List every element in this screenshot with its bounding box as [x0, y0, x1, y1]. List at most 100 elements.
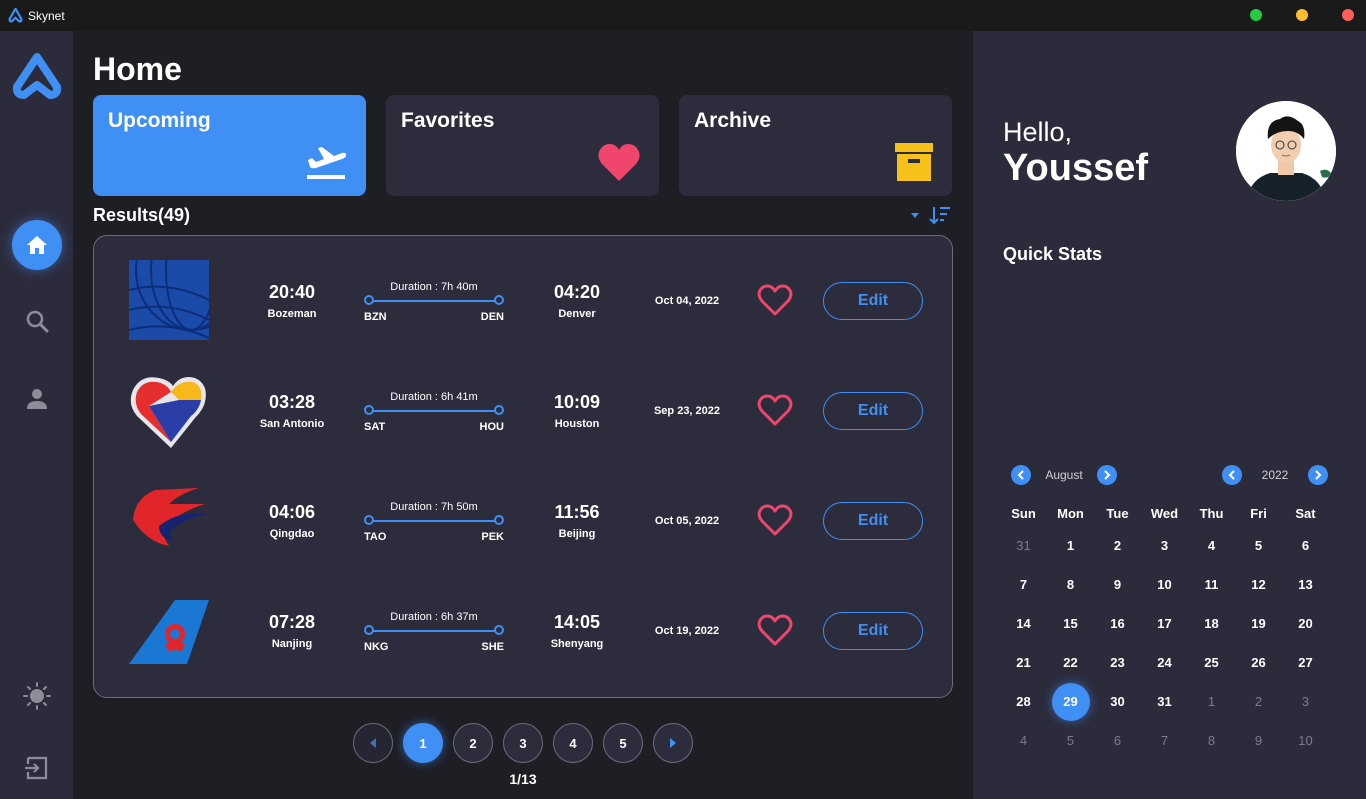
calendar-day[interactable]: 23: [1094, 655, 1141, 670]
edit-button[interactable]: Edit: [823, 392, 923, 430]
calendar-day[interactable]: 28: [1000, 694, 1047, 709]
sort-order-icon[interactable]: [929, 205, 951, 225]
calendar-day[interactable]: 20: [1282, 616, 1329, 631]
chevron-left-icon: [370, 738, 376, 748]
edit-button[interactable]: Edit: [823, 612, 923, 650]
maximize-button[interactable]: [1250, 9, 1262, 21]
calendar-day[interactable]: 19: [1235, 616, 1282, 631]
calendar-day[interactable]: 6: [1094, 733, 1141, 748]
tab-archive[interactable]: Archive: [679, 95, 952, 196]
calendar-day[interactable]: 27: [1282, 655, 1329, 670]
calendar-day[interactable]: 30: [1094, 694, 1141, 709]
calendar-day[interactable]: 3: [1282, 694, 1329, 709]
calendar-day[interactable]: 4: [1188, 538, 1235, 553]
calendar-day[interactable]: 17: [1141, 616, 1188, 631]
sidebar-item-home[interactable]: [12, 220, 62, 270]
pagination: 1 2 3 4 5: [353, 723, 693, 763]
china-eastern-icon: [133, 488, 207, 546]
calendar-day[interactable]: 24: [1141, 655, 1188, 670]
calendar-day[interactable]: 1: [1188, 694, 1235, 709]
heart-outline-icon[interactable]: [757, 394, 793, 426]
flight-row[interactable]: 03:28 San Antonio Duration : 6h 41m SAT …: [94, 346, 952, 456]
calendar-day[interactable]: 26: [1235, 655, 1282, 670]
route-line: [370, 630, 498, 632]
calendar-day[interactable]: 14: [1000, 616, 1047, 631]
edit-button[interactable]: Edit: [823, 502, 923, 540]
calendar-day[interactable]: 13: [1282, 577, 1329, 592]
calendar-day[interactable]: 8: [1188, 733, 1235, 748]
route-destination-dot: [494, 405, 504, 415]
prev-page-button[interactable]: [353, 723, 393, 763]
flight-row[interactable]: 07:28 Nanjing Duration : 6h 37m NKG SHE …: [94, 566, 952, 676]
route-line: [370, 410, 498, 412]
close-button[interactable]: [1342, 9, 1354, 21]
sort-dropdown-icon[interactable]: [911, 213, 919, 218]
calendar-day[interactable]: 31: [1141, 694, 1188, 709]
tab-favorites[interactable]: Favorites: [386, 95, 659, 196]
calendar-day[interactable]: 5: [1047, 733, 1094, 748]
calendar-day[interactable]: 15: [1047, 616, 1094, 631]
route-origin-dot: [364, 515, 374, 525]
calendar-day[interactable]: 31: [1000, 538, 1047, 553]
prev-month-button[interactable]: [1011, 465, 1031, 485]
calendar-day[interactable]: 25: [1188, 655, 1235, 670]
page-button[interactable]: 4: [553, 723, 593, 763]
origin-code: SAT: [364, 421, 386, 433]
calendar-day[interactable]: 5: [1235, 538, 1282, 553]
quick-stats-title: Quick Stats: [1003, 244, 1103, 264]
username: Youssef: [1003, 147, 1149, 189]
heart-icon: [598, 144, 640, 181]
next-page-button[interactable]: [653, 723, 693, 763]
edit-button[interactable]: Edit: [823, 282, 923, 320]
results-count: Results(49): [93, 205, 191, 225]
sidebar-item-search[interactable]: [12, 296, 62, 346]
prev-year-button[interactable]: [1222, 465, 1242, 485]
flight-row[interactable]: 20:40 Bozeman Duration : 7h 40m BZN DEN …: [94, 236, 952, 346]
calendar-day[interactable]: 8: [1047, 577, 1094, 592]
departure-city: San Antonio: [259, 418, 325, 430]
calendar-day[interactable]: 4: [1000, 733, 1047, 748]
theme-toggle-button[interactable]: [12, 671, 62, 721]
calendar-day[interactable]: 10: [1141, 577, 1188, 592]
calendar-day[interactable]: 9: [1094, 577, 1141, 592]
calendar-day[interactable]: 18: [1188, 616, 1235, 631]
logout-button[interactable]: [12, 743, 62, 793]
avatar[interactable]: [1236, 101, 1336, 201]
tab-upcoming[interactable]: Upcoming: [93, 95, 366, 196]
calendar-day[interactable]: 6: [1282, 538, 1329, 553]
calendar-day[interactable]: 2: [1235, 694, 1282, 709]
page-button[interactable]: 5: [603, 723, 643, 763]
search-icon: [26, 310, 49, 333]
calendar-day[interactable]: 12: [1235, 577, 1282, 592]
route-origin-dot: [364, 625, 374, 635]
heart-outline-icon[interactable]: [757, 504, 793, 536]
page-button[interactable]: 3: [503, 723, 543, 763]
destination-code: HOU: [479, 421, 504, 433]
calendar-day[interactable]: 10: [1282, 733, 1329, 748]
month-navigator: August: [1011, 465, 1117, 485]
calendar-day[interactable]: 11: [1188, 577, 1235, 592]
next-year-button[interactable]: [1308, 465, 1328, 485]
destination-code: DEN: [480, 311, 504, 323]
calendar-day[interactable]: 3: [1141, 538, 1188, 553]
calendar-day[interactable]: 1: [1047, 538, 1094, 553]
heart-outline-icon[interactable]: [757, 614, 793, 646]
calendar-day-selected[interactable]: 29: [1047, 682, 1094, 721]
heart-outline-icon[interactable]: [757, 284, 793, 316]
next-month-button[interactable]: [1097, 465, 1117, 485]
calendar-day[interactable]: 7: [1000, 577, 1047, 592]
page-button[interactable]: 1: [403, 723, 443, 763]
sidebar-item-profile[interactable]: [12, 374, 62, 424]
route-destination-dot: [494, 625, 504, 635]
calendar-day[interactable]: 16: [1094, 616, 1141, 631]
minimize-button[interactable]: [1296, 9, 1308, 21]
skynet-logo-icon[interactable]: [12, 53, 62, 99]
calendar-day[interactable]: 7: [1141, 733, 1188, 748]
calendar-day[interactable]: 2: [1094, 538, 1141, 553]
flight-row[interactable]: 04:06 Qingdao Duration : 7h 50m TAO PEK …: [94, 456, 952, 566]
page-button[interactable]: 2: [453, 723, 493, 763]
calendar-day[interactable]: 21: [1000, 655, 1047, 670]
calendar-day[interactable]: 22: [1047, 655, 1094, 670]
calendar-day[interactable]: 9: [1235, 733, 1282, 748]
flight-duration: Duration : 6h 41m: [390, 391, 478, 403]
